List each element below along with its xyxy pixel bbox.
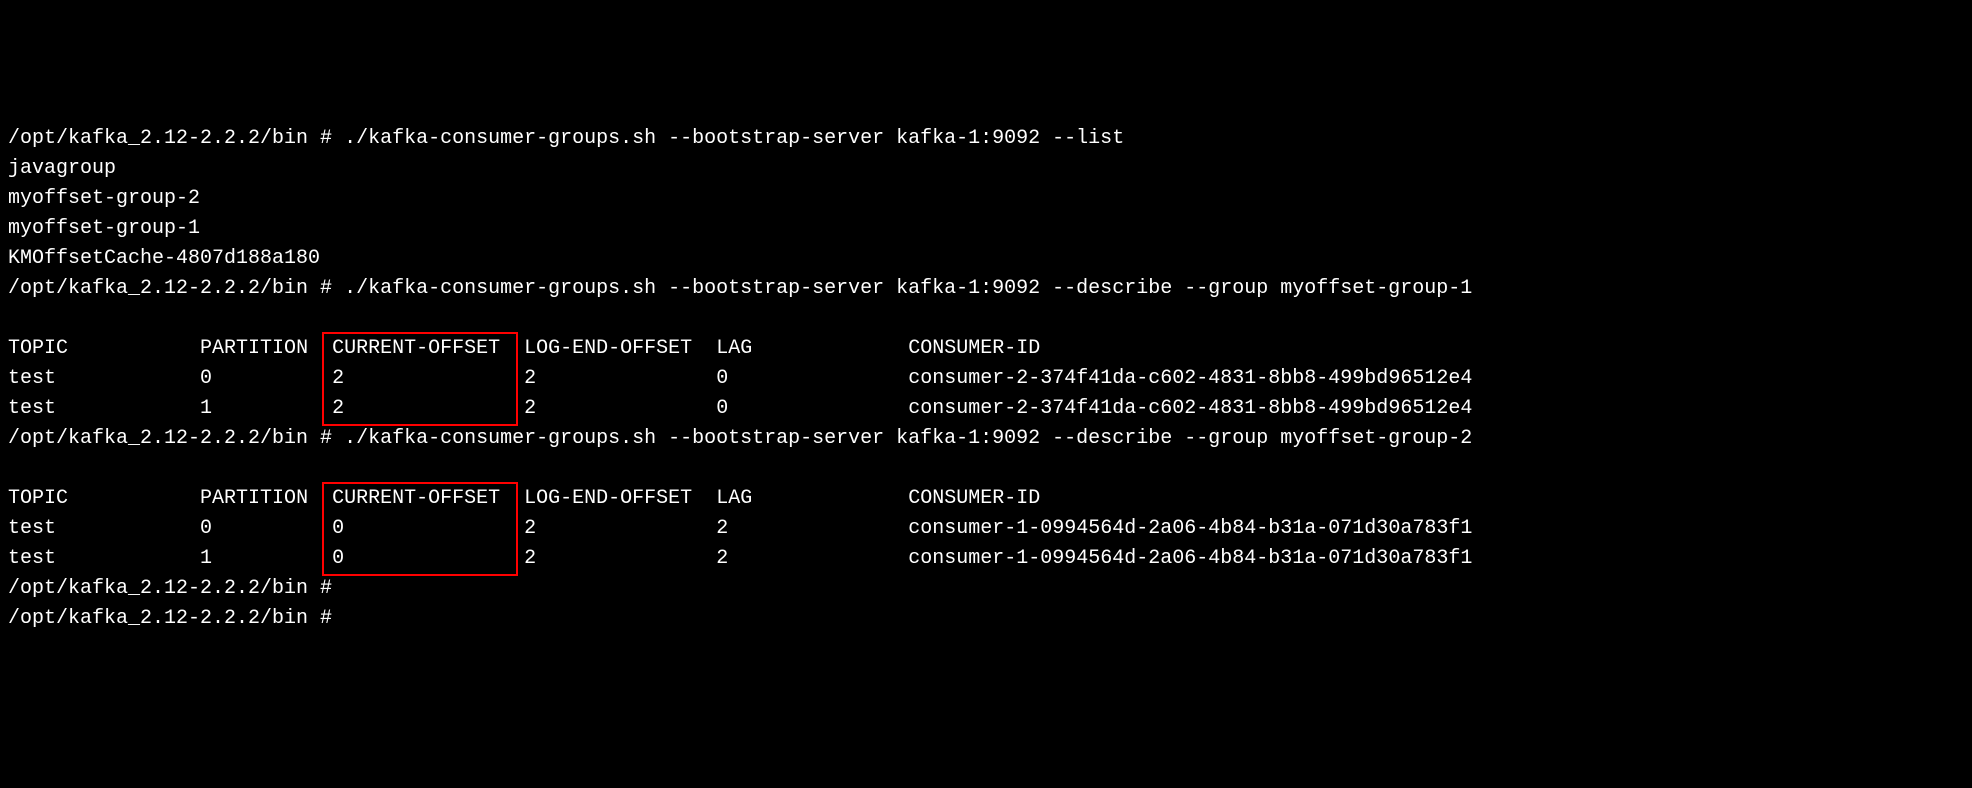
cell-log-end-offset: 2 [524, 397, 536, 420]
prompt: /opt/kafka_2.12-2.2.2/bin # [8, 427, 344, 450]
cell-consumer-id: consumer-2-374f41da-c602-4831-8bb8-499bd… [908, 397, 1472, 420]
cell-consumer-id: consumer-2-374f41da-c602-4831-8bb8-499bd… [908, 367, 1472, 390]
group-output: KMOffsetCache-4807d188a180 [8, 244, 1964, 274]
table-header: TOPIC PARTITION CURRENT-OFFSET LOG-END-O… [8, 484, 1472, 514]
group-output: myoffset-group-2 [8, 184, 1964, 214]
prompt-line-1[interactable]: /opt/kafka_2.12-2.2.2/bin # ./kafka-cons… [8, 124, 1964, 154]
blank-line [8, 304, 1964, 334]
cell-consumer-id: consumer-1-0994564d-2a06-4b84-b31a-071d3… [908, 547, 1472, 570]
table-row: test 0 2 2 0 consumer-2-374f41da-c602-48… [8, 364, 1472, 394]
cell-partition: 0 [200, 367, 212, 390]
command-describe-1: ./kafka-consumer-groups.sh --bootstrap-s… [344, 277, 1472, 300]
col-partition: PARTITION [200, 337, 308, 360]
command-describe-2: ./kafka-consumer-groups.sh --bootstrap-s… [344, 427, 1472, 450]
col-log-end-offset: LOG-END-OFFSET [524, 337, 692, 360]
cell-partition: 1 [200, 397, 212, 420]
cell-log-end-offset: 2 [524, 367, 536, 390]
col-current-offset: CURRENT-OFFSET [332, 337, 500, 360]
cell-partition: 0 [200, 517, 212, 540]
cell-topic: test [8, 547, 56, 570]
blank-line [8, 454, 1964, 484]
prompt-line-3[interactable]: /opt/kafka_2.12-2.2.2/bin # ./kafka-cons… [8, 424, 1964, 454]
cell-log-end-offset: 2 [524, 547, 536, 570]
col-lag: LAG [716, 487, 752, 510]
table-row: test 1 0 2 2 consumer-1-0994564d-2a06-4b… [8, 544, 1472, 574]
table-row: test 0 0 2 2 consumer-1-0994564d-2a06-4b… [8, 514, 1472, 544]
prompt-line-5[interactable]: /opt/kafka_2.12-2.2.2/bin # [8, 604, 1964, 634]
terminal-output: /opt/kafka_2.12-2.2.2/bin # ./kafka-cons… [8, 124, 1964, 634]
prompt: /opt/kafka_2.12-2.2.2/bin # [8, 127, 344, 150]
col-log-end-offset: LOG-END-OFFSET [524, 487, 692, 510]
cell-lag: 0 [716, 367, 728, 390]
cell-current-offset: 2 [332, 367, 344, 390]
table-row: test 1 2 2 0 consumer-2-374f41da-c602-48… [8, 394, 1472, 424]
col-consumer-id: CONSUMER-ID [908, 337, 1040, 360]
prompt: /opt/kafka_2.12-2.2.2/bin # [8, 577, 344, 600]
cell-current-offset: 2 [332, 397, 344, 420]
cell-topic: test [8, 397, 56, 420]
cell-lag: 2 [716, 517, 728, 540]
command-list: ./kafka-consumer-groups.sh --bootstrap-s… [344, 127, 1124, 150]
prompt: /opt/kafka_2.12-2.2.2/bin # [8, 607, 344, 630]
cell-topic: test [8, 517, 56, 540]
col-topic: TOPIC [8, 487, 68, 510]
prompt-line-2[interactable]: /opt/kafka_2.12-2.2.2/bin # ./kafka-cons… [8, 274, 1964, 304]
prompt-line-4[interactable]: /opt/kafka_2.12-2.2.2/bin # [8, 574, 1964, 604]
cell-current-offset: 0 [332, 517, 344, 540]
cell-partition: 1 [200, 547, 212, 570]
col-lag: LAG [716, 337, 752, 360]
table-header: TOPIC PARTITION CURRENT-OFFSET LOG-END-O… [8, 334, 1472, 364]
cell-current-offset: 0 [332, 547, 344, 570]
col-consumer-id: CONSUMER-ID [908, 487, 1040, 510]
group-output: myoffset-group-1 [8, 214, 1964, 244]
cell-lag: 2 [716, 547, 728, 570]
cell-topic: test [8, 367, 56, 390]
cell-log-end-offset: 2 [524, 517, 536, 540]
cell-consumer-id: consumer-1-0994564d-2a06-4b84-b31a-071d3… [908, 517, 1472, 540]
col-topic: TOPIC [8, 337, 68, 360]
group-output: javagroup [8, 154, 1964, 184]
col-partition: PARTITION [200, 487, 308, 510]
cell-lag: 0 [716, 397, 728, 420]
col-current-offset: CURRENT-OFFSET [332, 487, 500, 510]
prompt: /opt/kafka_2.12-2.2.2/bin # [8, 277, 344, 300]
